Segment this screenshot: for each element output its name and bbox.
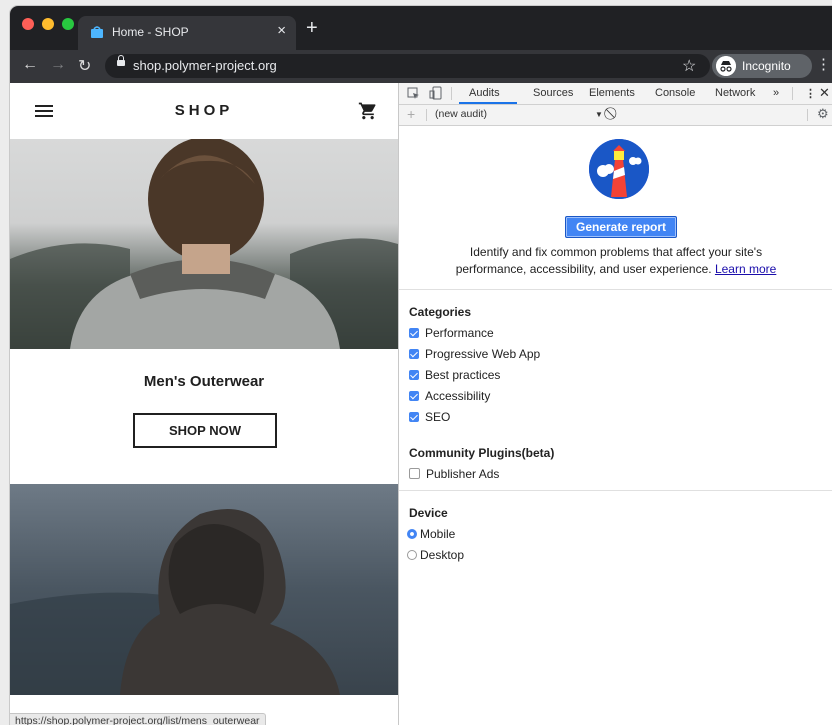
person-back-illustration (10, 139, 398, 349)
category-seo[interactable]: SEO (409, 410, 450, 424)
generate-report-button[interactable]: Generate report (565, 216, 677, 238)
category-accessibility[interactable]: Accessibility (409, 389, 490, 403)
checkbox-unchecked-icon[interactable] (409, 468, 420, 479)
tab-network[interactable]: Network (715, 87, 755, 99)
device-toolbar-icon[interactable] (429, 86, 442, 100)
category-best-practices[interactable]: Best practices (409, 368, 500, 382)
category-title: Men's Outerwear (143, 373, 265, 390)
radio-selected-icon[interactable] (407, 529, 417, 539)
address-bar[interactable]: shop.polymer-project.org (105, 54, 710, 78)
device-mobile[interactable]: Mobile (407, 527, 455, 541)
device-desktop[interactable]: Desktop (407, 548, 464, 562)
shop-now-button[interactable]: SHOP NOW (133, 413, 277, 448)
categories-title: Categories (409, 305, 472, 319)
browser-window: Home - SHOP × + ← → ↻ shop.polymer-proje… (10, 6, 832, 725)
more-tabs-icon[interactable]: » (773, 87, 779, 99)
forward-icon[interactable]: → (50, 56, 66, 74)
plugin-label: Publisher Ads (426, 467, 500, 481)
checkbox-checked-icon[interactable] (409, 391, 419, 401)
reload-icon[interactable]: ↻ (78, 56, 91, 76)
devtools-panel: Audits Sources Elements Console Network … (398, 83, 832, 725)
plugin-publisher-ads[interactable]: Publisher Ads (409, 467, 499, 481)
category-performance[interactable]: Performance (409, 326, 494, 340)
checkbox-checked-icon[interactable] (409, 349, 419, 359)
back-icon[interactable]: ← (22, 56, 38, 74)
shop-header: SHOP (10, 83, 398, 137)
tab-title: Home - SHOP (112, 25, 189, 39)
dropdown-arrow-icon[interactable]: ▼ (595, 110, 603, 119)
devtools-close-icon[interactable]: ✕ (819, 85, 830, 101)
audits-description: Identify and fix common problems that af… (399, 244, 832, 278)
category-label: Accessibility (425, 389, 491, 403)
category-label: SEO (425, 410, 451, 424)
tab-strip: Home - SHOP × + (10, 6, 832, 50)
new-tab-button[interactable]: + (306, 18, 318, 38)
audit-select[interactable]: (new audit) (435, 108, 487, 120)
mens-outerwear-image[interactable] (10, 139, 398, 349)
hoodie-image[interactable] (10, 484, 398, 695)
page-viewport: SHOP Men's Outerwear SHOP NOW https://sh… (10, 83, 398, 725)
category-label: Performance (425, 326, 494, 340)
tab-sources[interactable]: Sources (533, 87, 573, 99)
radio-unselected-icon[interactable] (407, 550, 417, 560)
browser-toolbar: ← → ↻ shop.polymer-project.org ☆ Incogni… (10, 50, 832, 83)
hooded-person-illustration (10, 509, 340, 695)
tab-close-icon[interactable]: × (277, 22, 286, 39)
close-window-button[interactable] (22, 18, 34, 30)
active-tab-indicator (459, 102, 517, 104)
tab-home-shop[interactable]: Home - SHOP × (78, 16, 296, 50)
plugins-title: Community Plugins(beta) (409, 446, 555, 460)
category-label: Best practices (425, 368, 501, 382)
bookmark-star-icon[interactable]: ☆ (682, 56, 696, 76)
lighthouse-logo-icon (589, 139, 649, 199)
devtools-menu-icon[interactable]: ⋮ (805, 87, 816, 100)
section-divider (399, 490, 832, 491)
incognito-icon (716, 56, 736, 76)
shop-logo[interactable]: SHOP (10, 102, 398, 119)
lock-icon (117, 55, 125, 66)
learn-more-link[interactable]: Learn more (715, 262, 776, 276)
shop-favicon-icon (91, 26, 103, 38)
checkbox-checked-icon[interactable] (409, 370, 419, 380)
new-audit-plus-icon[interactable]: + (407, 106, 415, 122)
checkbox-checked-icon[interactable] (409, 328, 419, 338)
status-bar-url: https://shop.polymer-project.org/list/me… (10, 713, 266, 725)
device-title: Device (409, 506, 448, 520)
device-label: Mobile (420, 527, 456, 541)
checkbox-checked-icon[interactable] (409, 412, 419, 422)
tab-console[interactable]: Console (655, 87, 695, 99)
incognito-label: Incognito (742, 59, 791, 73)
minimize-window-button[interactable] (42, 18, 54, 30)
browser-menu-icon[interactable]: ⋮ (816, 55, 831, 73)
tab-elements[interactable]: Elements (589, 87, 635, 99)
section-divider (399, 289, 832, 290)
inspect-element-icon[interactable] (407, 87, 420, 100)
cart-icon[interactable] (358, 101, 378, 121)
maximize-window-button[interactable] (62, 18, 74, 30)
tab-audits[interactable]: Audits (469, 87, 500, 99)
device-label: Desktop (420, 548, 465, 562)
devtools-tabbar: Audits Sources Elements Console Network … (399, 83, 832, 105)
settings-gear-icon[interactable]: ⚙ (817, 106, 829, 122)
category-pwa[interactable]: Progressive Web App (409, 347, 540, 361)
category-label: Progressive Web App (425, 347, 541, 361)
audits-toolbar: + (new audit) ▼ ⃠ ⚙ (399, 105, 832, 126)
url-text: shop.polymer-project.org (133, 58, 277, 73)
incognito-badge[interactable]: Incognito (712, 54, 812, 78)
